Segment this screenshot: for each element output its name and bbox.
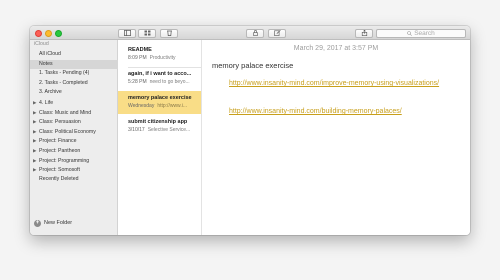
sidebar-item-label: Project: Somosoft bbox=[39, 167, 80, 174]
close-window-button[interactable] bbox=[35, 29, 42, 37]
note-meta: 3/10/17 Selective Service... bbox=[128, 127, 201, 133]
search-placeholder: Search bbox=[414, 29, 435, 37]
note-title: README bbox=[128, 47, 152, 53]
lock-note-button[interactable] bbox=[246, 28, 264, 38]
sidebar-toggle-icon bbox=[123, 30, 131, 36]
search-icon bbox=[407, 30, 413, 36]
minimize-window-button[interactable] bbox=[45, 29, 52, 37]
note-date: March 29, 2017 at 3:57 PM bbox=[293, 45, 379, 52]
note-time: 3/10/17 bbox=[128, 127, 145, 133]
sidebar-item[interactable]: ▶ 4. Life bbox=[30, 98, 118, 107]
note-title: memory palace exercise bbox=[128, 95, 192, 101]
sidebar-item-label: Recently Deleted bbox=[39, 175, 79, 182]
note-snippet: Productivity bbox=[149, 55, 176, 61]
plus-icon: + bbox=[34, 219, 41, 227]
share-button[interactable] bbox=[355, 28, 373, 38]
note-editor[interactable]: March 29, 2017 at 3:57 PM memory palace … bbox=[202, 40, 470, 235]
delete-note-button[interactable] bbox=[160, 28, 178, 38]
sidebar-item-label: Project: Programming bbox=[39, 157, 90, 164]
new-folder-label: New Folder bbox=[44, 220, 73, 226]
sidebar-item[interactable]: ▶ Project: Somosoft bbox=[30, 165, 118, 174]
notes-list: README 8:09 PM Productivity again, if i wan… bbox=[118, 40, 202, 235]
note-list-item[interactable]: memory palace exercise Wednesday http://ww… bbox=[118, 91, 201, 114]
trash-icon bbox=[166, 30, 172, 36]
new-folder-button[interactable]: + New Folder bbox=[34, 218, 72, 228]
sidebar-item[interactable]: ▶ Class: Political Economy bbox=[30, 127, 118, 136]
note-time: 8:09 PM bbox=[128, 55, 147, 61]
note-meta: Wednesday http://www.i... bbox=[128, 103, 201, 109]
sidebar-item[interactable]: 1. Tasks - Pending (4) bbox=[30, 69, 118, 78]
sidebar-item-label: Notes bbox=[39, 60, 53, 67]
sidebar-item[interactable]: 3. Archive bbox=[30, 88, 118, 97]
sidebar-item-label: Project: Finance bbox=[39, 138, 77, 145]
sidebar-item[interactable]: Notes bbox=[30, 59, 118, 69]
sidebar-item-label: All iCloud bbox=[39, 51, 61, 57]
sidebar-item-label: 4. Life bbox=[39, 100, 54, 106]
sidebar-item[interactable]: Recently Deleted bbox=[30, 175, 118, 184]
zoom-window-button[interactable] bbox=[55, 29, 62, 37]
sidebar-item-label: 3. Archive bbox=[39, 89, 62, 96]
gallery-icon bbox=[144, 30, 150, 36]
sidebar-item-label: 2. Tasks - Completed bbox=[39, 79, 88, 86]
note-time: Wednesday bbox=[128, 103, 155, 109]
lock-icon bbox=[252, 30, 258, 36]
account-header: iCloud bbox=[34, 41, 49, 47]
toggle-sidebar-button[interactable] bbox=[118, 28, 136, 38]
sidebar-item[interactable]: ▶ Project: Finance bbox=[30, 136, 118, 145]
note-snippet: Selective Service... bbox=[147, 127, 191, 133]
note-link[interactable]: http://www.insanity-mind.com/building-me… bbox=[229, 108, 402, 115]
sidebar-item[interactable]: ▶ Project: Programming bbox=[30, 156, 118, 165]
sidebar-item-label: Class: Music and Mind bbox=[39, 109, 92, 116]
note-list-item[interactable]: submit citizenship app 3/10/17 Selective S… bbox=[118, 115, 201, 138]
notes-window: Search iCloud All iCloud Notes 1. Tasks - … bbox=[30, 26, 470, 235]
sidebar-item-label: Class: Persuasion bbox=[39, 119, 81, 126]
sidebar-item-label: Class: Political Economy bbox=[39, 128, 96, 135]
attachments-browser-button[interactable] bbox=[138, 28, 156, 38]
sidebar-item[interactable]: 2. Tasks - Completed bbox=[30, 79, 118, 88]
sidebar-item-label: 1. Tasks - Pending (4) bbox=[39, 70, 90, 77]
sidebar-item-label: Project: Pantheon bbox=[39, 148, 81, 154]
title-bar: Search bbox=[30, 26, 470, 40]
sidebar-item[interactable]: ▶ Class: Music and Mind bbox=[30, 108, 118, 117]
share-icon bbox=[361, 30, 367, 36]
compose-icon bbox=[273, 30, 281, 36]
note-time: 5:28 PM bbox=[128, 79, 147, 85]
sidebar-item[interactable]: All iCloud bbox=[30, 50, 118, 59]
sidebar-item[interactable]: ▶ Class: Persuasion bbox=[30, 117, 118, 126]
note-title: submit citizenship app bbox=[128, 119, 188, 125]
note-meta: 5:28 PM need to go beyo... bbox=[128, 79, 201, 85]
note-list-item[interactable]: again, if i want to acco... 5:28 PM need t… bbox=[118, 67, 201, 90]
note-body-title: memory palace exercise bbox=[212, 61, 294, 70]
note-link[interactable]: http://www.insanity-mind.com/improve-mem… bbox=[229, 80, 439, 87]
note-snippet: http://www.i... bbox=[157, 103, 188, 109]
note-snippet: need to go beyo... bbox=[149, 79, 190, 85]
folders-sidebar: iCloud All iCloud Notes 1. Tasks - Pending… bbox=[30, 40, 118, 235]
note-meta: 8:09 PM Productivity bbox=[128, 55, 201, 61]
note-list-item[interactable]: README 8:09 PM Productivity bbox=[118, 43, 201, 66]
sidebar-item[interactable]: ▶ Project: Pantheon bbox=[30, 146, 118, 155]
search-field[interactable]: Search bbox=[376, 28, 466, 38]
new-note-button[interactable] bbox=[268, 28, 286, 38]
note-title: again, if i want to acco... bbox=[128, 71, 192, 77]
